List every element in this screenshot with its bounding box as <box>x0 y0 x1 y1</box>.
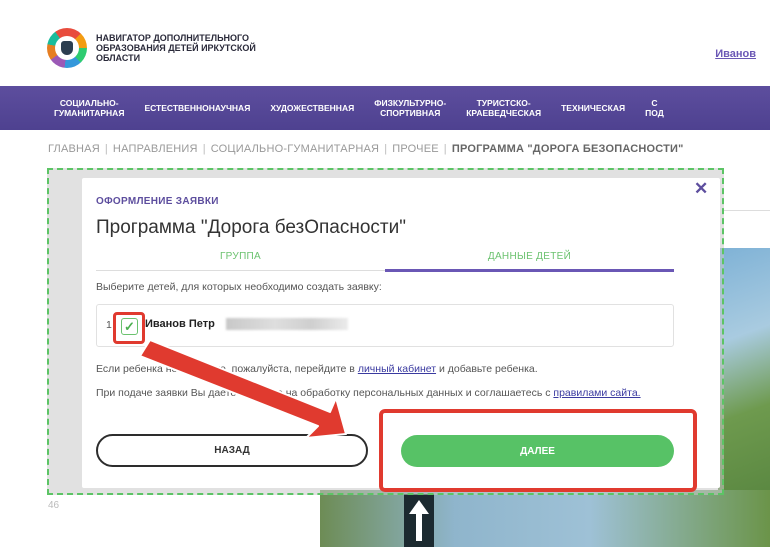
next-button-highlight-frame <box>379 409 697 492</box>
modal-subtitle: Оформление заявки <box>96 196 219 207</box>
consent-note: При подаче заявки Вы даете согласие на о… <box>96 387 656 400</box>
nav-item-art[interactable]: Художественная <box>260 103 364 113</box>
site-rules-link[interactable]: правилами сайта. <box>553 387 640 399</box>
main-navigation: Социально- гуманитарная Естественнонаучн… <box>0 86 770 130</box>
user-profile-link[interactable]: Иванов <box>715 48 756 60</box>
site-logo[interactable] <box>47 28 87 68</box>
nav-item-social[interactable]: Социально- гуманитарная <box>44 98 134 118</box>
program-photo-bottom <box>320 490 770 547</box>
modal-tabs: Группа Данные детей <box>96 251 674 272</box>
child-name: Иванов Петр <box>145 318 215 330</box>
breadcrumb-social[interactable]: Социально-гуманитарная <box>211 143 379 155</box>
nav-item-science[interactable]: Естественнонаучная <box>134 103 260 113</box>
nav-item-more[interactable]: С под <box>635 98 674 118</box>
breadcrumb-current: Программа "Дорога безопасности" <box>451 143 684 155</box>
breadcrumb-separator: | <box>443 143 447 155</box>
breadcrumb: Главная | Направления | Социально-гуманитарн… <box>48 143 684 155</box>
breadcrumb-other[interactable]: Прочее <box>392 143 439 155</box>
note-text: Если ребенка нет в списке, пожалуйста, п… <box>96 363 358 375</box>
modal-title: Программа "Дорога безОпасности" <box>96 217 406 238</box>
missing-child-note: Если ребенка нет в списке, пожалуйста, п… <box>96 363 538 375</box>
breadcrumb-separator: | <box>384 143 388 155</box>
breadcrumb-separator: | <box>104 143 108 155</box>
site-title[interactable]: Навигатор дополнительного образования де… <box>96 33 286 63</box>
tab-group[interactable]: Группа <box>96 251 385 270</box>
close-icon[interactable]: ✕ <box>694 180 708 198</box>
note-text-end: и добавьте ребенка. <box>436 363 538 375</box>
breadcrumb-home[interactable]: Главная <box>48 143 100 155</box>
breadcrumb-separator: | <box>202 143 206 155</box>
checkbox-highlight-frame <box>113 312 145 344</box>
consent-text: При подаче заявки Вы даете согласие на о… <box>96 387 554 399</box>
tab-children-data[interactable]: Данные детей <box>385 251 674 272</box>
child-number: 1 <box>106 319 112 331</box>
content-divider <box>724 210 770 211</box>
logo-emblem-icon <box>61 41 73 55</box>
road-sign-arrow-icon <box>404 494 434 547</box>
nav-item-technical[interactable]: Техническая <box>551 103 635 113</box>
personal-cabinet-link[interactable]: личный кабинет <box>358 363 436 375</box>
page-number: 46 <box>48 500 60 511</box>
nav-item-tourism[interactable]: Туристско- краеведческая <box>456 98 551 118</box>
nav-item-sport[interactable]: Физкультурно- спортивная <box>364 98 456 118</box>
breadcrumb-directions[interactable]: Направления <box>113 143 198 155</box>
back-button[interactable]: Назад <box>96 434 368 467</box>
redacted-surname <box>226 318 348 330</box>
select-children-instruction: Выберите детей, для которых необходимо с… <box>96 281 382 293</box>
